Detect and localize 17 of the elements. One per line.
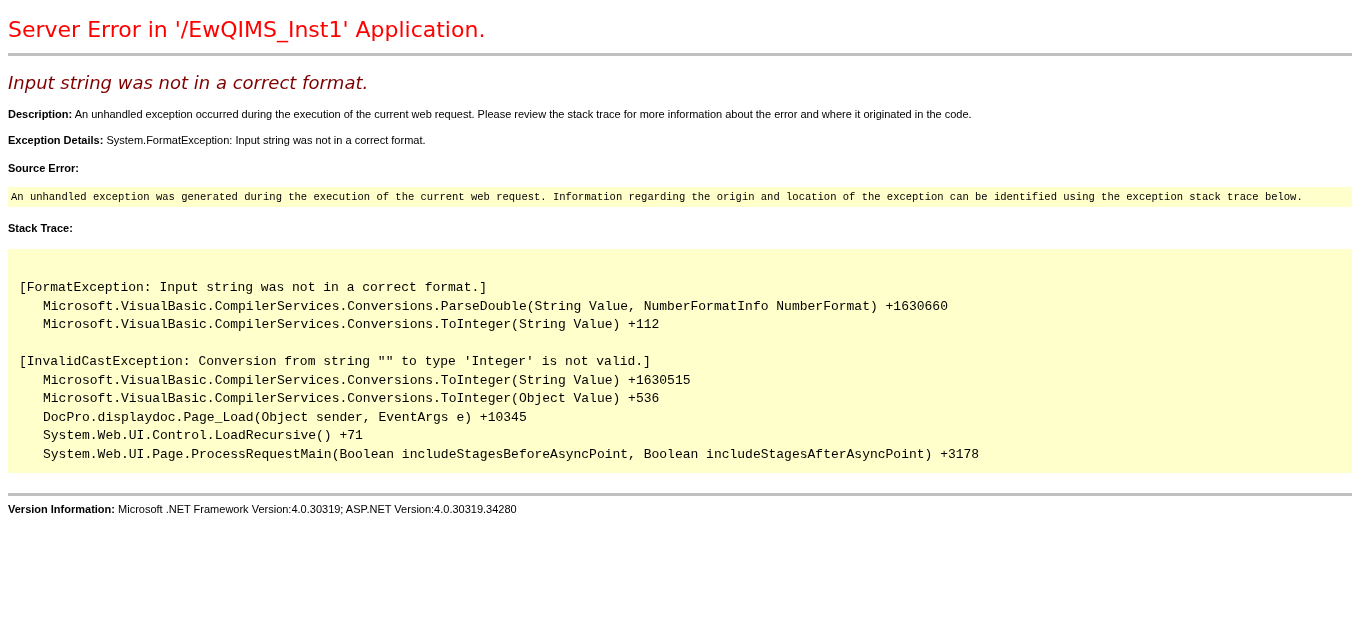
stack-frame: Microsoft.VisualBasic.CompilerServices.Conversions.ToInteger(String Value) +1630515 — [19, 371, 1352, 390]
description-text: Description: An unhandled exception occurred during the execution of the current web request. Please review the stack trace for more information about the error and where it originated in the code. — [8, 107, 973, 121]
stack-frame: System.Web.UI.Control.LoadRecursive() +71 — [19, 427, 1352, 446]
stack-frame: DocPro.displaydoc.Page_Load(Object sender, EventArgs e) +10345 — [19, 408, 1352, 427]
version-text: Version Information: Microsoft .NET Framework Version:4.0.30319; ASP.NET Version:4.0.30319.34280 — [8, 502, 518, 516]
exception-header: [FormatException: Input string was not in a correct format.] — [19, 279, 489, 297]
stack-frame: System.Web.UI.Page.ProcessRequestMain(Boolean includeStagesBeforeAsyncPoint, Boolean includeStagesAfterAsyncPoint) +3178 — [19, 445, 1352, 464]
exception-header: [InvalidCastException: Conversion from string "" to type 'Integer' is not valid.] — [19, 353, 652, 371]
source-error-panel: An unhandled exception was generated during the execution of the current web request. Information regarding the origin and location of the exception can be identified using the exception stack trace below. — [8, 187, 1352, 207]
section-label: Source Error: — [8, 161, 80, 175]
stack-frame: Microsoft.VisualBasic.CompilerServices.Conversions.ToInteger(Object Value) +536 — [19, 390, 1352, 409]
page-title: Server Error in '/EwQIMS_Inst1' Application. — [8, 16, 487, 44]
exception-details-text: Exception Details: System.FormatException: Input string was not in a correct format. — [8, 133, 427, 147]
error-heading: Input string was not in a correct format. — [8, 71, 370, 95]
stack-frame: Microsoft.VisualBasic.CompilerServices.Conversions.ParseDouble(String Value, NumberFormatInfo NumberFormat) +1630660 — [19, 297, 1352, 316]
stack-frame: Microsoft.VisualBasic.CompilerServices.Conversions.ToInteger(String Value) +112 — [19, 316, 1352, 335]
section-label: Stack Trace: — [8, 221, 74, 235]
